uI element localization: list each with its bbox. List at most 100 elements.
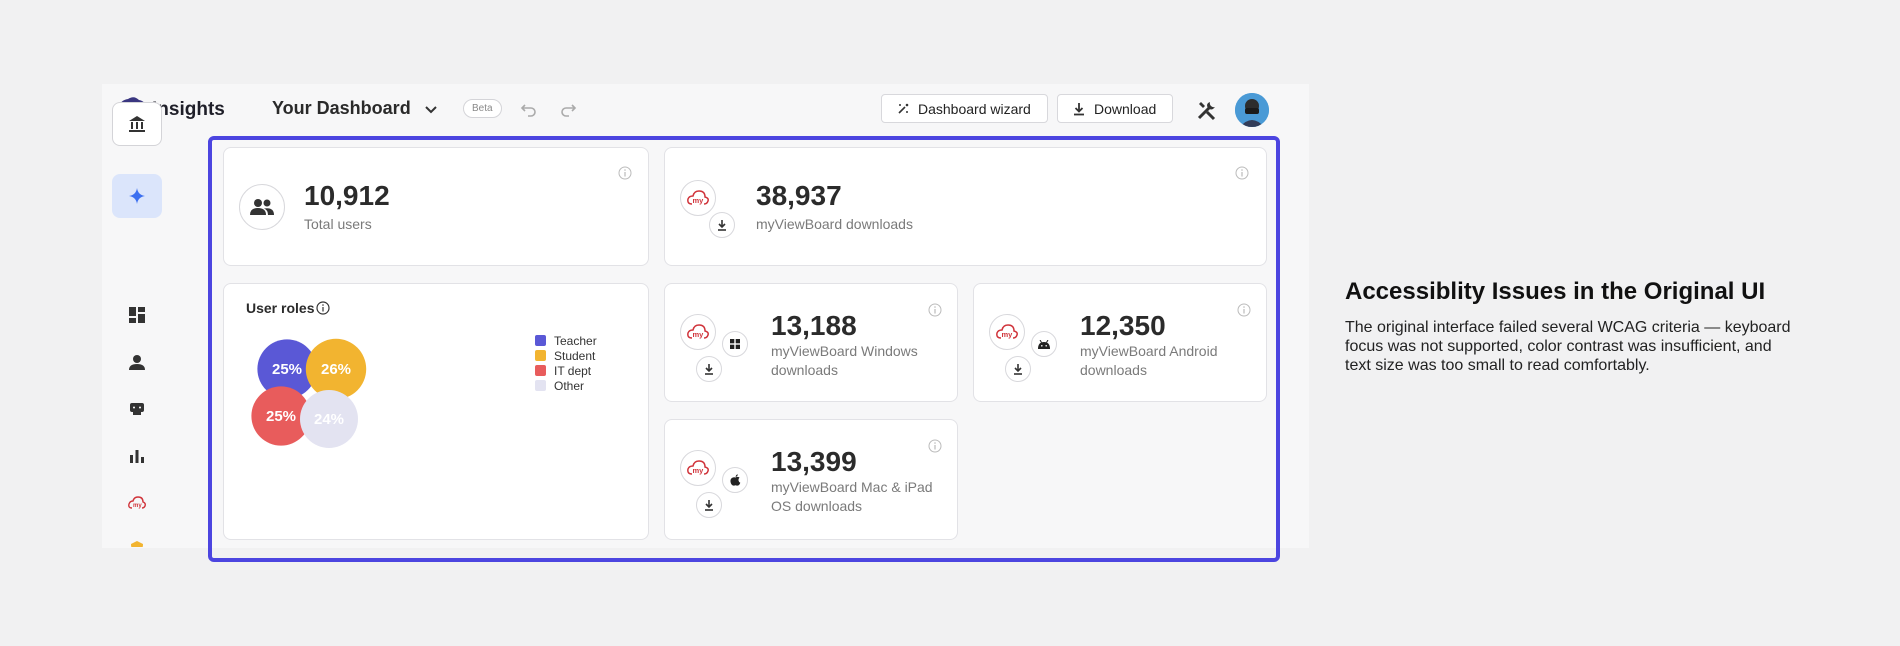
- myviewboard-icon: my: [996, 324, 1018, 339]
- download-icon: [705, 499, 713, 511]
- legend-label: Other: [554, 378, 585, 393]
- svg-text:my: my: [693, 466, 705, 475]
- total-users-value: 10,912: [304, 180, 390, 211]
- svg-text:my: my: [693, 196, 705, 205]
- users-icon: [250, 199, 274, 215]
- myviewboard-icon: my: [687, 460, 709, 475]
- sidebar-item-reports[interactable]: [126, 445, 148, 467]
- mvb-downloads-value: 38,937: [756, 180, 842, 211]
- legend-item: Student: [535, 348, 597, 363]
- download-label: Download: [1094, 100, 1157, 117]
- sidebar-item-institution[interactable]: [112, 102, 162, 146]
- info-icon[interactable]: [928, 439, 942, 453]
- download-icon: [705, 363, 713, 375]
- android-downloads-value: 12,350: [1080, 310, 1166, 341]
- bubble-label: 26%: [321, 361, 351, 378]
- info-icon[interactable]: [1237, 303, 1251, 317]
- windows-badge: [722, 331, 748, 357]
- download-icon: [1014, 363, 1022, 375]
- legend-label: IT dept: [554, 363, 592, 378]
- android-badge: [1031, 331, 1057, 357]
- sidebar-item-extra[interactable]: [130, 541, 144, 547]
- download-badge: [1005, 356, 1031, 382]
- windows-downloads-label: myViewBoard Windows downloads: [771, 343, 918, 378]
- bubble-label: 25%: [266, 408, 296, 425]
- sidebar-item-messages[interactable]: [126, 398, 148, 420]
- user-roles-card: User roles 25% 26% 25% 24% Teacher Student IT…: [223, 283, 649, 540]
- user-roles-title-text: User roles: [246, 300, 315, 316]
- user-roles-bubble-chart: 25% 26% 25% 24%: [251, 338, 367, 448]
- mvb-logo-circle: my: [989, 314, 1025, 350]
- mac-downloads-card: my 13,399 myViewBoard Mac & iPad OS down…: [664, 419, 958, 540]
- avatar-image: [1235, 93, 1269, 127]
- download-badge: [709, 212, 735, 238]
- users-avatar-circle: [239, 184, 285, 230]
- legend-swatch: [535, 350, 546, 361]
- legend-label: Teacher: [554, 333, 597, 348]
- total-users-card: 10,912 Total users: [223, 147, 649, 266]
- sidebar-item-insights[interactable]: [112, 174, 162, 218]
- download-badge: [696, 492, 722, 518]
- legend-swatch: [535, 365, 546, 376]
- undo-icon[interactable]: [520, 100, 538, 118]
- mvb-downloads-card: my 38,937 myViewBoard downloads: [664, 147, 1267, 266]
- beta-badge: Beta: [463, 99, 502, 118]
- bar-chart-icon: [130, 450, 144, 463]
- top-bar: Insights Your Dashboard Beta Dashboard w: [102, 84, 1309, 136]
- mac-downloads-label: myViewBoard Mac & iPad OS downloads: [771, 479, 933, 514]
- bank-icon: [129, 116, 145, 132]
- sidebar-item-users[interactable]: [126, 351, 148, 373]
- myviewboard-icon: my: [128, 496, 146, 509]
- dashboard-title: Your Dashboard: [272, 98, 411, 118]
- info-icon[interactable]: [1235, 166, 1249, 180]
- user-roles-title: User roles: [246, 300, 331, 316]
- chat-icon: [130, 403, 144, 415]
- myviewboard-icon: my: [687, 324, 709, 339]
- android-icon: [1038, 339, 1050, 349]
- svg-text:my: my: [133, 503, 142, 509]
- shield-icon: [131, 541, 143, 547]
- mvb-logo-circle: my: [680, 180, 716, 216]
- dashboard-wizard-button[interactable]: Dashboard wizard: [881, 94, 1048, 123]
- download-icon: [1074, 102, 1084, 115]
- legend-item: Teacher: [535, 333, 597, 348]
- android-downloads-card: my 12,350 myViewBoard Android downloads: [973, 283, 1267, 402]
- legend-label: Student: [554, 348, 596, 363]
- sidebar-item-myviewboard[interactable]: my: [126, 492, 148, 514]
- user-icon: [129, 355, 145, 370]
- redo-icon[interactable]: [559, 100, 577, 118]
- legend-item: Other: [535, 378, 597, 393]
- accessibility-note: Accessiblity Issues in the Original UI T…: [1345, 278, 1795, 375]
- info-icon[interactable]: [618, 166, 632, 180]
- wizard-label: Dashboard wizard: [918, 100, 1031, 117]
- app-name: Insights: [152, 99, 225, 120]
- bubble-label: 24%: [314, 411, 344, 428]
- mac-downloads-value: 13,399: [771, 446, 857, 477]
- download-button[interactable]: Download: [1057, 94, 1173, 123]
- myviewboard-icon: my: [687, 190, 709, 205]
- download-icon: [718, 219, 726, 231]
- dashboard-selector[interactable]: Your Dashboard: [272, 98, 439, 119]
- chart-legend: Teacher Student IT dept Other: [535, 333, 597, 393]
- sidebar: [102, 102, 212, 548]
- android-downloads-label: myViewBoard Android downloads: [1080, 343, 1218, 378]
- accessibility-note-body: The original interface failed several WC…: [1345, 319, 1791, 374]
- legend-item: IT dept: [535, 363, 597, 378]
- accessibility-note-heading: Accessiblity Issues in the Original UI: [1345, 278, 1766, 305]
- windows-downloads-value: 13,188: [771, 310, 857, 341]
- info-icon[interactable]: [928, 303, 942, 317]
- svg-text:my: my: [693, 330, 705, 339]
- sparkle-icon: [129, 188, 145, 204]
- wand-sparkle-icon: [898, 103, 909, 114]
- svg-text:my: my: [1002, 330, 1014, 339]
- apple-icon: [729, 474, 740, 486]
- info-icon[interactable]: [316, 301, 331, 315]
- chevron-down-icon: [424, 105, 437, 113]
- tools-icon[interactable]: [1196, 99, 1218, 121]
- apple-badge: [722, 467, 748, 493]
- bubble-label: 25%: [272, 361, 302, 378]
- mvb-logo-circle: my: [680, 314, 716, 350]
- user-avatar[interactable]: [1235, 93, 1269, 127]
- sidebar-item-dashboard[interactable]: [126, 304, 148, 326]
- total-users-label: Total users: [304, 216, 372, 232]
